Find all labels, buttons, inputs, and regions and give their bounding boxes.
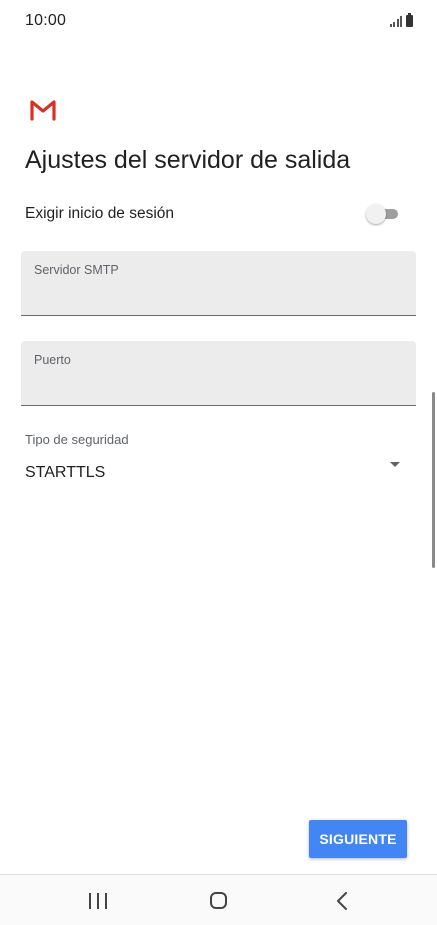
smtp-server-label: Servidor SMTP: [34, 263, 119, 277]
status-icons: [389, 13, 413, 27]
security-type-value[interactable]: STARTTLS: [25, 464, 105, 482]
port-input[interactable]: [34, 373, 399, 390]
toggle-thumb: [366, 204, 386, 224]
signal-icon: [389, 15, 402, 27]
port-field[interactable]: Puerto: [21, 341, 416, 406]
home-icon[interactable]: [210, 892, 227, 909]
smtp-server-input[interactable]: [34, 283, 399, 300]
require-signin-row[interactable]: Exigir inicio de sesión: [25, 200, 415, 228]
status-bar: 10:00: [0, 0, 437, 44]
next-button[interactable]: SIGUIENTE: [309, 820, 407, 858]
back-icon[interactable]: [336, 892, 348, 910]
port-label: Puerto: [34, 353, 71, 367]
navigation-bar: [0, 874, 437, 925]
status-time: 10:00: [25, 12, 67, 29]
gmail-icon: [30, 100, 56, 121]
scrollbar[interactable]: [432, 392, 435, 568]
page-title: Ajustes del servidor de salida: [25, 146, 351, 174]
battery-icon: [406, 13, 413, 27]
security-type-label: Tipo de seguridad: [25, 432, 129, 447]
security-type-dropdown[interactable]: Tipo de seguridad STARTTLS: [25, 430, 410, 490]
recents-icon[interactable]: [89, 893, 107, 909]
dropdown-arrow-icon[interactable]: [390, 462, 400, 467]
smtp-server-field[interactable]: Servidor SMTP: [21, 251, 416, 316]
require-signin-label: Exigir inicio de sesión: [25, 205, 175, 222]
require-signin-toggle[interactable]: [366, 204, 400, 224]
